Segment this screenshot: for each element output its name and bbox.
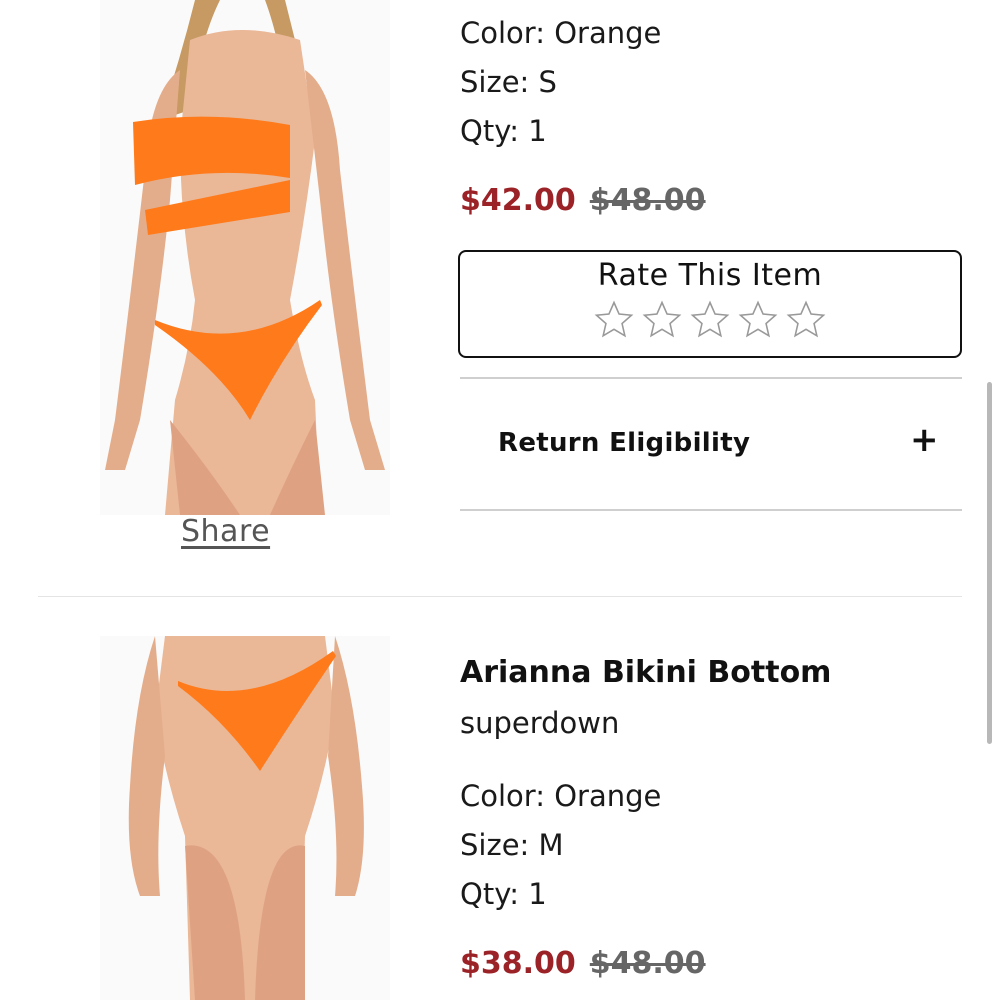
item1-price: $42.00 $48.00 xyxy=(460,183,706,218)
item1-original-price: $48.00 xyxy=(589,183,706,218)
star-icon[interactable] xyxy=(785,299,827,341)
item2-qty: Qty: 1 xyxy=(460,877,547,911)
product-image-bikini-top[interactable] xyxy=(100,0,390,515)
item2-color: Color: Orange xyxy=(460,779,662,813)
item2-price: $38.00 $48.00 xyxy=(460,946,706,981)
star-icon[interactable] xyxy=(593,299,635,341)
item1-qty: Qty: 1 xyxy=(460,114,547,148)
item2-original-price: $48.00 xyxy=(589,946,706,981)
rating-stars xyxy=(460,299,960,341)
item-separator xyxy=(38,596,962,597)
return-eligibility-label: Return Eligibility xyxy=(498,428,751,458)
return-eligibility-accordion[interactable]: Return Eligibility + xyxy=(460,380,962,510)
star-icon[interactable] xyxy=(689,299,731,341)
model-photo xyxy=(100,636,390,1000)
item2-size: Size: M xyxy=(460,828,564,862)
shopping-bag-page: Share Color: Orange Size: S Qty: 1 $42.0… xyxy=(0,0,1000,1000)
divider xyxy=(460,377,962,379)
item1-size: Size: S xyxy=(460,65,557,99)
star-icon[interactable] xyxy=(641,299,683,341)
scrollbar[interactable] xyxy=(987,382,992,744)
share-link[interactable]: Share xyxy=(181,514,270,549)
item1-color: Color: Orange xyxy=(460,16,662,50)
star-icon[interactable] xyxy=(737,299,779,341)
divider xyxy=(460,509,962,511)
item2-brand: superdown xyxy=(460,706,620,740)
item2-title[interactable]: Arianna Bikini Bottom xyxy=(460,655,831,690)
item1-sale-price: $42.00 xyxy=(460,183,576,218)
rate-item-box: Rate This Item xyxy=(458,250,962,358)
rate-item-label: Rate This Item xyxy=(597,258,823,293)
product-image-bikini-bottom[interactable] xyxy=(100,636,390,1000)
plus-icon[interactable]: + xyxy=(910,420,939,460)
item2-sale-price: $38.00 xyxy=(460,946,576,981)
model-photo xyxy=(100,0,390,515)
